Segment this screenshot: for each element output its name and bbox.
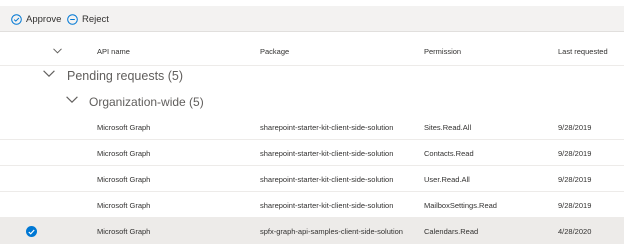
column-header-package[interactable]: Package [260,36,289,66]
cell-permission: Calendars.Read [424,226,479,236]
cell-package: sharepoint-starter-kit-client-side-solut… [260,174,394,184]
cell-api-name: Microsoft Graph [97,148,151,158]
minus-circle-icon [67,13,78,25]
cell-api-name: Microsoft Graph [97,174,151,184]
collapse-all-chevron-icon[interactable] [53,36,62,66]
column-header-last-requested[interactable]: Last requested [558,36,608,66]
column-header-permission[interactable]: Permission [424,36,461,66]
table-row[interactable]: Microsoft Graph sharepoint-starter-kit-c… [0,140,624,166]
cell-package: sharepoint-starter-kit-client-side-solut… [260,200,394,210]
table-row[interactable]: Microsoft Graph sharepoint-starter-kit-c… [0,192,624,218]
chevron-down-icon[interactable] [66,96,78,104]
table-row[interactable]: Microsoft Graph sharepoint-starter-kit-c… [0,166,624,192]
cell-permission: Sites.Read.All [424,122,472,132]
cell-permission: Contacts.Read [424,148,474,158]
cell-api-name: Microsoft Graph [97,122,151,132]
cell-api-name: Microsoft Graph [97,226,151,236]
cell-package: sharepoint-starter-kit-client-side-solut… [260,148,394,158]
command-bar: Approve Reject [0,6,624,32]
column-header-row: API name Package Permission Last request… [0,36,624,66]
cell-api-name: Microsoft Graph [97,200,151,210]
cell-last-requested: 9/28/2019 [558,200,592,210]
column-header-api-name[interactable]: API name [97,36,130,66]
group-title-organization-wide: Organization-wide (5) [89,95,204,109]
cell-last-requested: 9/28/2019 [558,174,592,184]
cell-permission: MailboxSettings.Read [424,200,497,210]
approve-label: Approve [26,13,62,25]
table-row[interactable]: Microsoft Graph sharepoint-starter-kit-c… [0,114,624,140]
row-check-icon[interactable] [26,226,37,237]
group-header-pending[interactable]: Pending requests (5) [0,66,624,86]
cell-last-requested: 4/28/2020 [558,226,592,236]
cell-package: spfx-graph-api-samples-client-side-solut… [260,226,403,236]
cell-permission: User.Read.All [424,174,470,184]
cell-last-requested: 9/28/2019 [558,148,592,158]
group-title-pending: Pending requests (5) [67,69,184,83]
cell-package: sharepoint-starter-kit-client-side-solut… [260,122,394,132]
reject-button[interactable]: Reject [67,6,109,32]
group-header-organization-wide[interactable]: Organization-wide (5) [0,92,624,112]
table-row-selected[interactable]: Microsoft Graph spfx-graph-api-samples-c… [0,218,624,244]
check-circle-icon [11,13,22,25]
chevron-down-icon[interactable] [43,70,55,78]
approve-button[interactable]: Approve [11,6,61,32]
cell-last-requested: 9/28/2019 [558,122,592,132]
reject-label: Reject [82,13,109,25]
